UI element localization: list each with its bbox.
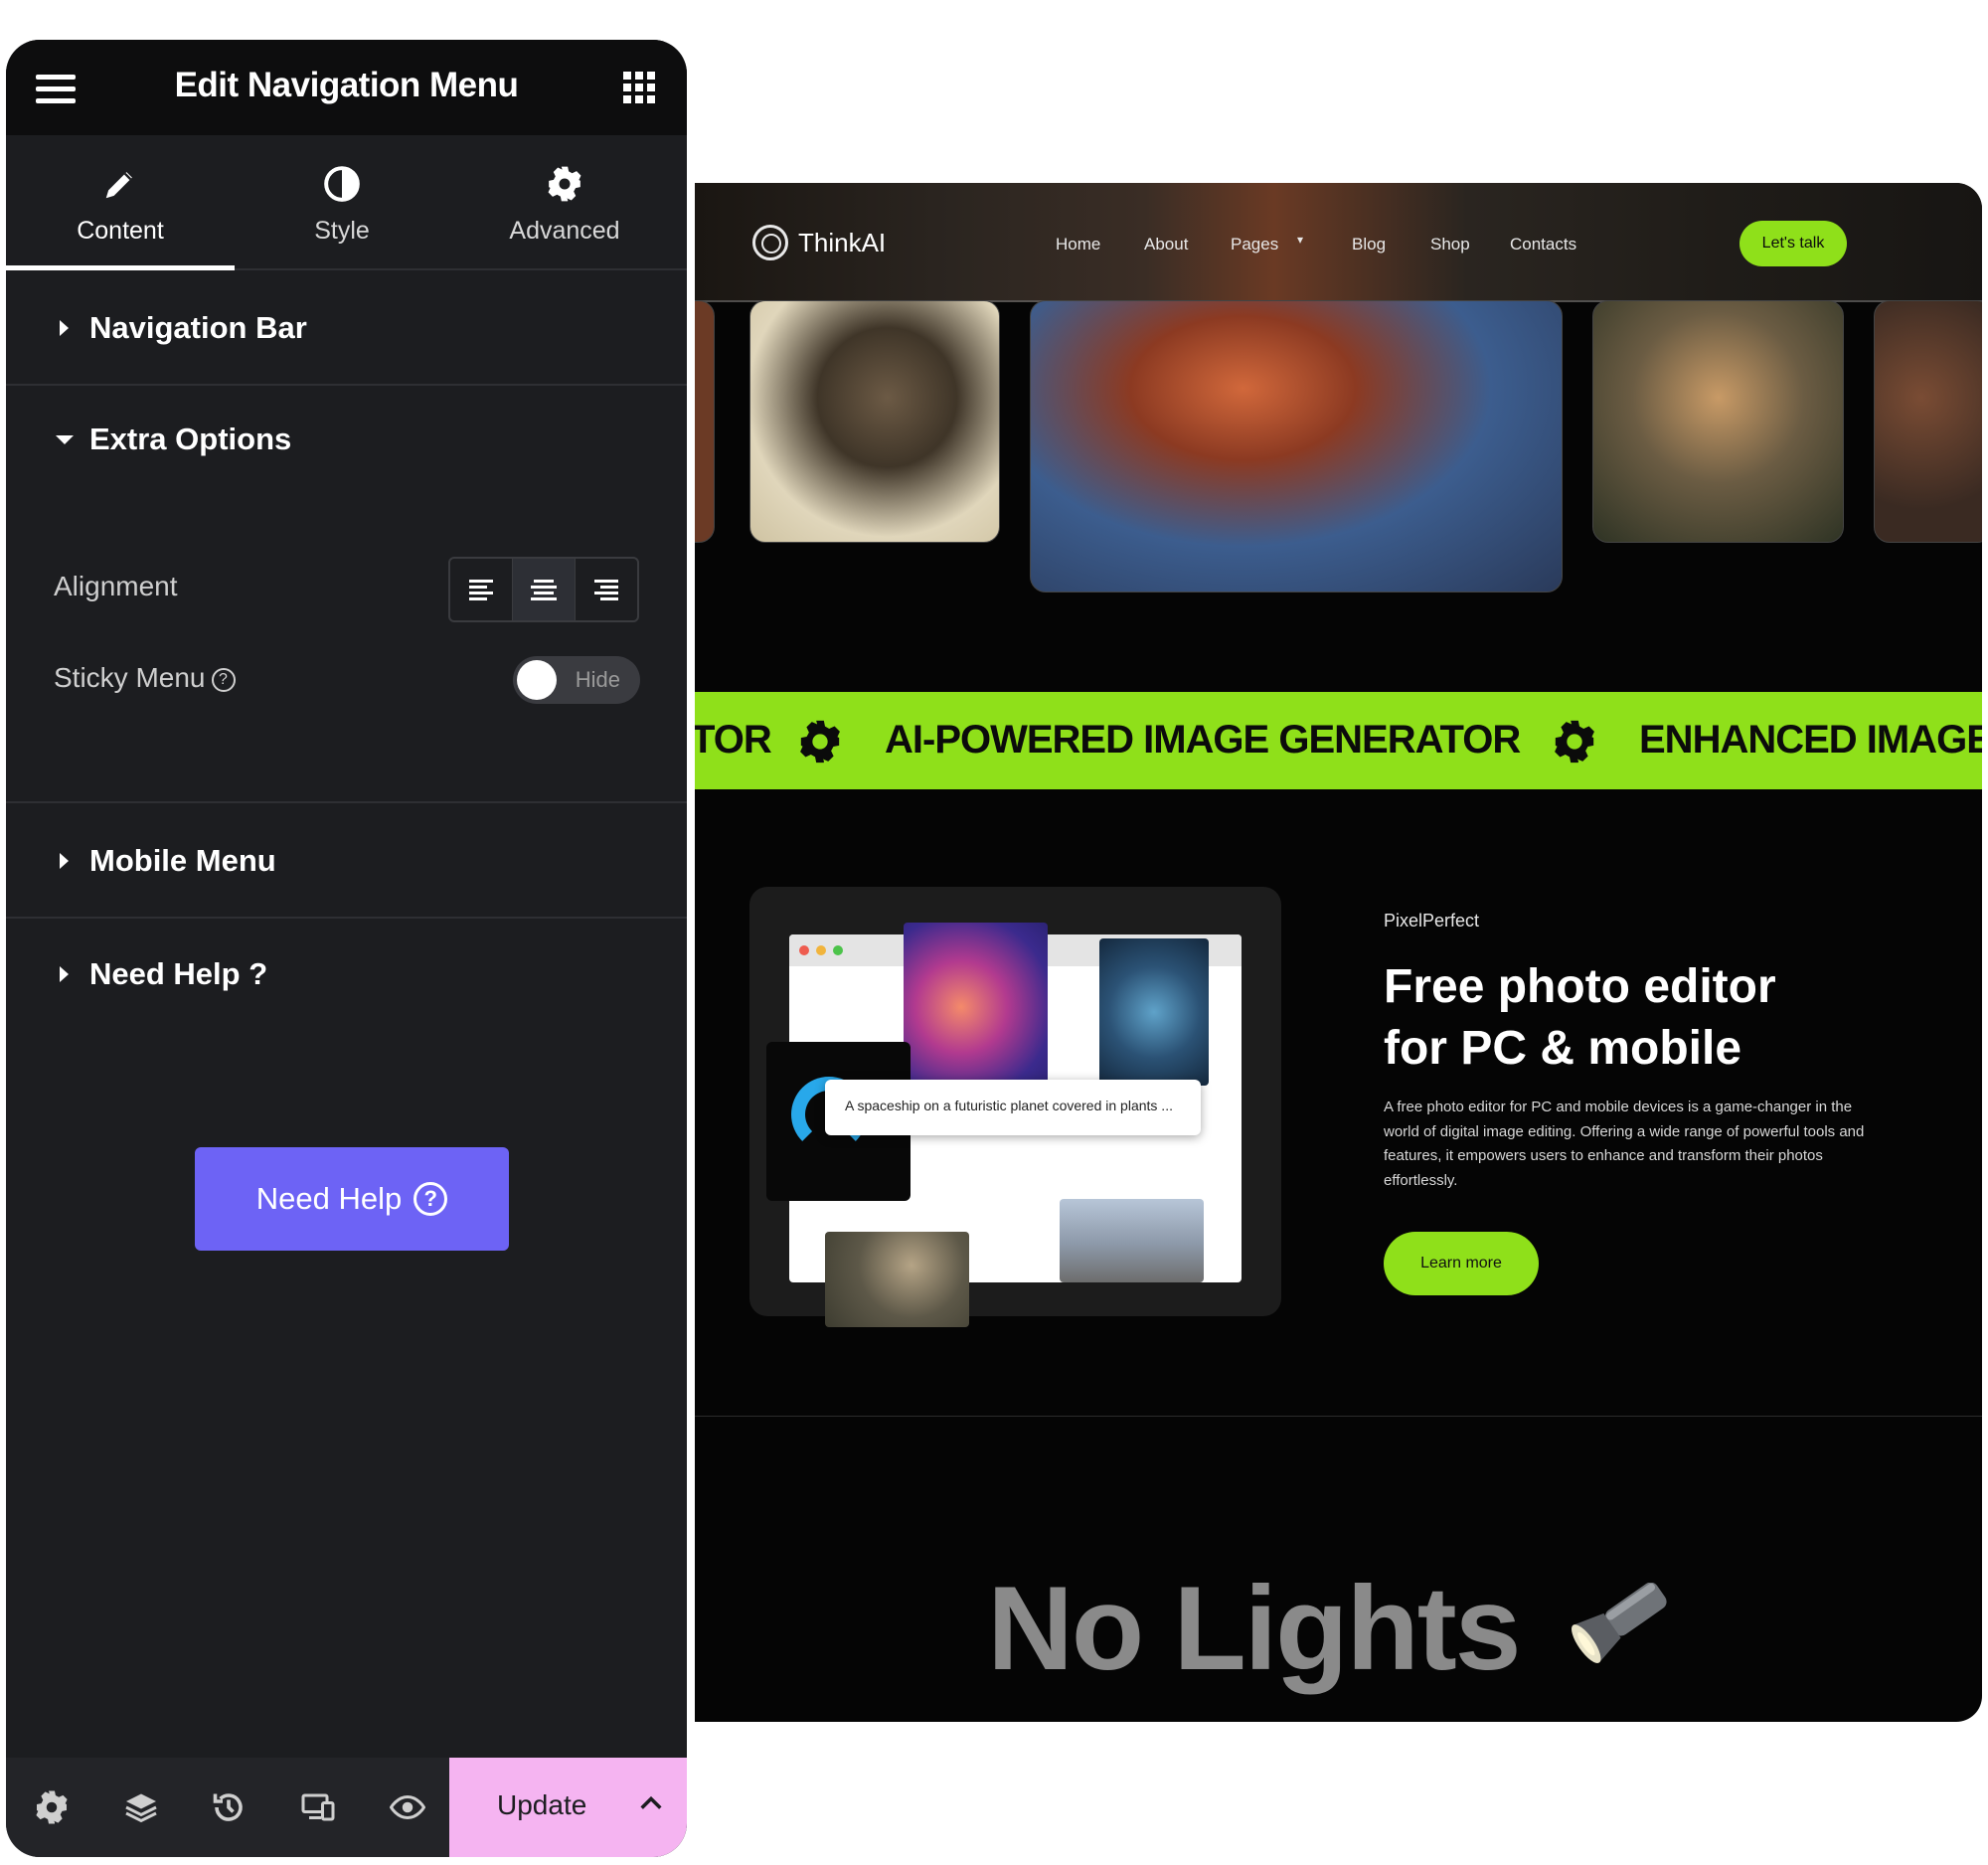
nav-blog[interactable]: Blog — [1352, 235, 1386, 254]
contrast-icon — [324, 166, 360, 202]
gear-icon — [1555, 720, 1594, 763]
tab-advanced[interactable]: Advanced — [450, 135, 679, 268]
gallery-image-cat — [1592, 300, 1844, 543]
alignment-label: Alignment — [54, 571, 178, 601]
section-need-help[interactable]: Need Help ? — [6, 919, 687, 1032]
fingerprint-logo-icon — [752, 225, 788, 260]
pencil-icon — [105, 172, 132, 199]
nav-shop[interactable]: Shop — [1430, 235, 1470, 254]
align-left-button[interactable] — [450, 559, 513, 620]
editor-mockup: A spaceship on a futuristic planet cover… — [749, 887, 1281, 1327]
gear-icon — [800, 720, 840, 763]
panel-footer: Update — [6, 1758, 687, 1857]
toggle-text: Hide — [575, 667, 620, 692]
chevron-up-icon[interactable] — [637, 1789, 665, 1817]
tab-content[interactable]: Content — [6, 135, 235, 270]
section-title: Need Help ? — [89, 956, 268, 991]
section-title: Navigation Bar — [89, 310, 307, 345]
no-lights-text: No Lights — [987, 1562, 1521, 1695]
editor-panel: Edit Navigation Menu Content Style Advan… — [6, 40, 687, 1857]
panel-title: Edit Navigation Menu — [174, 66, 519, 104]
sticky-menu-label: Sticky Menu? — [54, 662, 236, 694]
nav-contacts[interactable]: Contacts — [1510, 235, 1576, 254]
toggle-knob — [517, 660, 557, 700]
help-circle-icon[interactable]: ? — [211, 667, 236, 692]
marquee-text: ENHANCED IMAGE — [1639, 718, 1982, 762]
tab-content-label: Content — [77, 217, 164, 245]
marquee-text: AI-POWERED IMAGE GENERATOR — [885, 718, 1521, 762]
tab-advanced-label: Advanced — [509, 217, 620, 245]
responsive-devices-icon[interactable] — [300, 1789, 336, 1825]
flashlight-icon — [1571, 1583, 1667, 1664]
headline-line-1: Free photo editor — [1384, 960, 1776, 1013]
section-navigation-bar[interactable]: Navigation Bar — [6, 270, 687, 386]
caret-down-icon[interactable] — [56, 435, 74, 444]
tab-style[interactable]: Style — [228, 135, 456, 268]
window-dot-green — [833, 945, 843, 955]
history-icon[interactable] — [211, 1789, 247, 1825]
caret-right-icon — [60, 966, 69, 982]
gear-icon — [548, 166, 581, 202]
align-right-button[interactable] — [576, 559, 637, 620]
panel-header: Edit Navigation Menu — [6, 40, 687, 135]
gallery-image-couple — [749, 300, 1000, 543]
no-lights-heading: No Lights — [695, 1560, 1982, 1697]
site-logo[interactable]: ThinkAI — [752, 225, 886, 260]
need-help-button[interactable]: Need Help ? — [195, 1147, 509, 1251]
tab-style-label: Style — [314, 217, 370, 245]
lets-talk-button[interactable]: Let's talk — [1740, 221, 1847, 266]
window-dot-red — [799, 945, 809, 955]
nav-home[interactable]: Home — [1056, 235, 1100, 254]
gallery-image-edge-left — [695, 300, 715, 543]
question-circle-icon: ? — [414, 1182, 448, 1216]
caret-right-icon — [60, 853, 69, 869]
section-title: Mobile Menu — [89, 843, 276, 878]
sticky-menu-text: Sticky Menu — [54, 662, 206, 693]
section-title[interactable]: Extra Options — [89, 422, 291, 457]
nav-pages[interactable]: Pages — [1231, 235, 1278, 254]
gallery-image-woman — [1030, 300, 1563, 593]
mockup-prompt: A spaceship on a futuristic planet cover… — [825, 1080, 1201, 1135]
caret-right-icon — [60, 320, 69, 336]
site-brand: ThinkAI — [798, 227, 887, 257]
alignment-control — [448, 557, 639, 622]
apps-grid-icon[interactable] — [623, 72, 655, 103]
update-label: Update — [497, 1789, 587, 1820]
mockup-street-image — [1060, 1199, 1204, 1282]
settings-gear-icon[interactable] — [34, 1789, 70, 1825]
feature-description: A free photo editor for PC and mobile de… — [1384, 1099, 1865, 1189]
chevron-down-icon[interactable]: ▾ — [1297, 233, 1303, 247]
section-mobile-menu[interactable]: Mobile Menu — [6, 805, 687, 919]
panel-tabs: Content Style Advanced — [6, 135, 687, 270]
feature-headline: Free photo editor for PC & mobile — [1384, 956, 1901, 1080]
window-dot-yellow — [816, 945, 826, 955]
nav-about[interactable]: About — [1144, 235, 1188, 254]
marquee-text: TOR — [695, 718, 772, 762]
update-button[interactable]: Update — [449, 1758, 687, 1857]
mockup-toy-image — [825, 1232, 969, 1327]
need-help-label: Need Help — [255, 1181, 403, 1216]
sticky-menu-toggle[interactable]: Hide — [513, 656, 640, 704]
eye-preview-icon[interactable] — [390, 1789, 425, 1825]
layers-icon[interactable] — [123, 1789, 159, 1825]
marquee-banner: TOR AI-POWERED IMAGE GENERATOR ENHANCED … — [695, 692, 1982, 789]
feature-kicker: PixelPerfect — [1384, 911, 1480, 931]
align-center-button[interactable] — [513, 559, 576, 620]
headline-line-2: for PC & mobile — [1384, 1022, 1742, 1075]
learn-more-button[interactable]: Learn more — [1384, 1232, 1539, 1295]
website-preview: ThinkAI Home About Pages ▾ Blog Shop Con… — [695, 183, 1982, 1722]
mockup-robot-image — [1099, 938, 1209, 1086]
section-divider — [695, 1416, 1982, 1417]
gallery-image-man — [1874, 300, 1982, 543]
